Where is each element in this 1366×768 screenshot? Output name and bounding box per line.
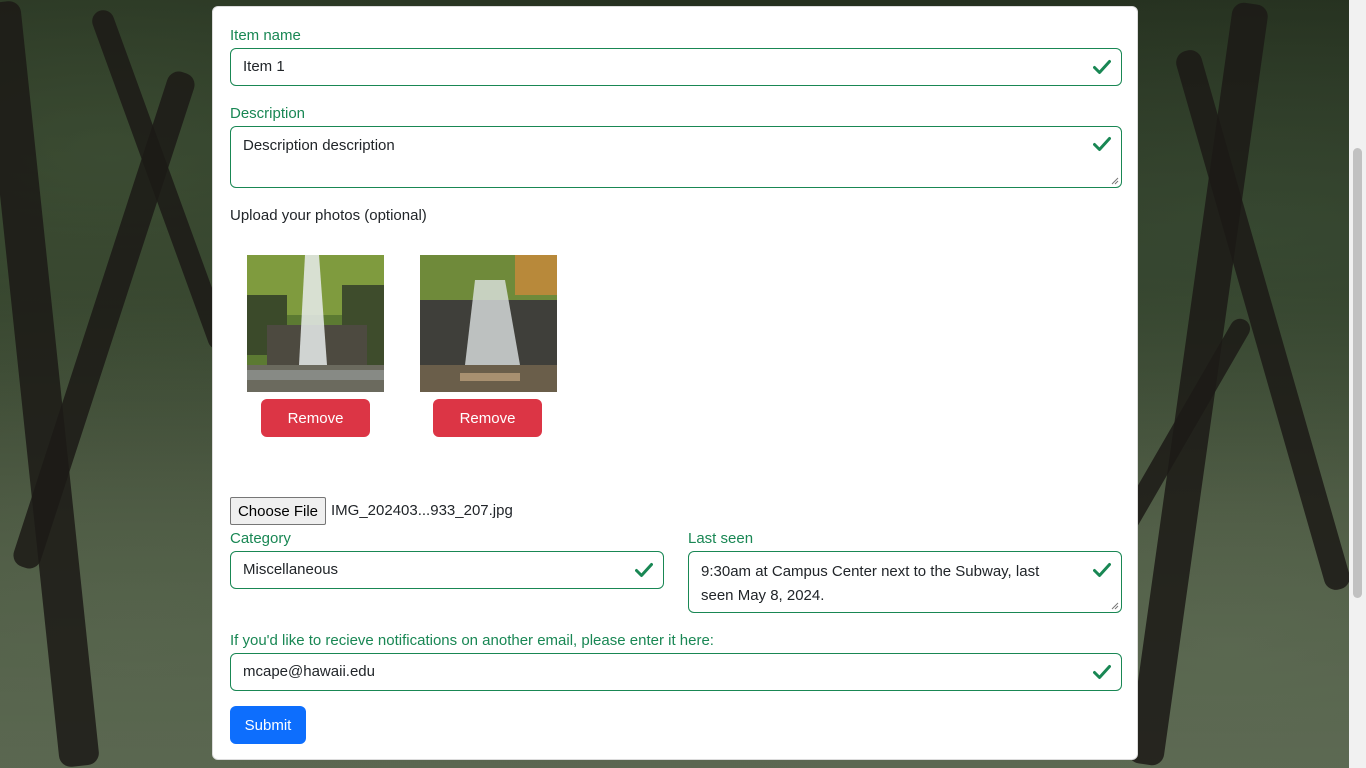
scrollbar-thumb[interactable] — [1353, 148, 1362, 598]
choose-file-button[interactable]: Choose File — [230, 497, 326, 525]
description-label: Description — [230, 105, 306, 122]
check-icon — [1093, 137, 1111, 151]
resize-grip-icon[interactable] — [1111, 177, 1119, 185]
category-select[interactable]: Miscellaneous — [230, 551, 664, 589]
page-scrollbar[interactable] — [1349, 0, 1366, 768]
selected-file-name: IMG_202403...933_207.jpg — [331, 502, 513, 519]
category-value: Miscellaneous — [243, 561, 339, 578]
upload-photos-label: Upload your photos (optional) — [230, 207, 427, 224]
last-seen-label: Last seen — [688, 530, 754, 547]
item-name-value: Item 1 — [243, 58, 285, 75]
notification-email-value: mcape@hawaii.edu — [243, 663, 375, 680]
check-icon — [1093, 60, 1111, 74]
description-textarea[interactable]: Description description — [230, 126, 1122, 188]
waterfall-image — [247, 255, 384, 392]
check-icon — [1093, 563, 1111, 577]
remove-photo-button[interactable]: Remove — [261, 399, 370, 437]
check-icon — [1093, 665, 1111, 679]
report-item-form: Item name Item 1 Description Description… — [212, 6, 1138, 760]
remove-photo-button[interactable]: Remove — [433, 399, 542, 437]
notification-email-label: If you'd like to recieve notifications o… — [230, 632, 714, 649]
resize-grip-icon[interactable] — [1111, 602, 1119, 610]
check-icon — [635, 563, 653, 577]
category-label: Category — [230, 530, 291, 547]
photo-thumbnail — [420, 255, 557, 392]
last-seen-value-line: seen May 8, 2024. — [701, 587, 825, 604]
submit-button[interactable]: Submit — [230, 706, 306, 744]
photo-thumbnail — [247, 255, 384, 392]
item-name-label: Item name — [230, 27, 301, 44]
last-seen-textarea[interactable]: 9:30am at Campus Center next to the Subw… — [688, 551, 1122, 613]
notification-email-input[interactable]: mcape@hawaii.edu — [230, 653, 1122, 691]
item-name-input[interactable]: Item 1 — [230, 48, 1122, 86]
waterfall-image — [420, 255, 557, 392]
last-seen-value-line: 9:30am at Campus Center next to the Subw… — [701, 563, 1040, 580]
description-value: Description description — [243, 137, 395, 154]
